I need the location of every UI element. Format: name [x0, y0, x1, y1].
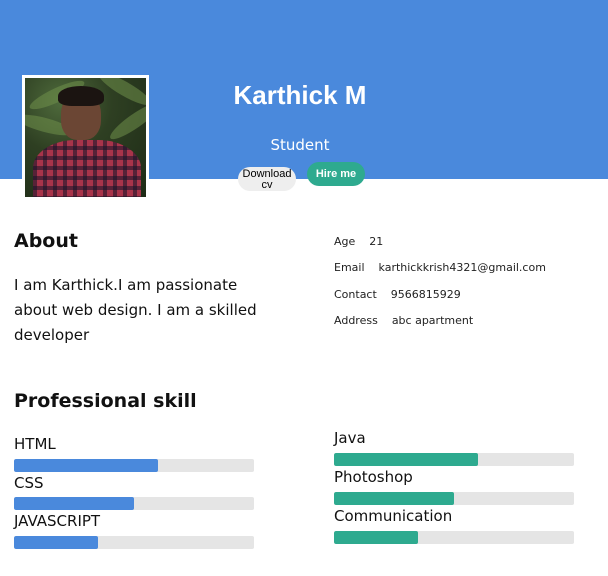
info-row-address: Address abc apartment	[334, 308, 594, 335]
skills-column-left: HTML CSS JAVASCRIPT	[14, 434, 254, 550]
skill-bar-fill	[334, 492, 454, 505]
about-heading: About	[14, 230, 78, 252]
skill-item-javascript: JAVASCRIPT	[14, 511, 254, 550]
skill-label: CSS	[14, 473, 44, 492]
skill-bar-fill	[14, 497, 134, 510]
info-label: Contact	[334, 287, 377, 301]
hire-me-button[interactable]: Hire me	[307, 162, 365, 186]
skill-bar-track	[14, 535, 254, 549]
skill-label: HTML	[14, 435, 56, 453]
skill-bar-track	[334, 531, 574, 544]
profile-role: Student	[270, 136, 330, 154]
skill-item-java: Java	[334, 428, 574, 467]
info-label: Age	[334, 234, 356, 248]
skill-label: Photoshop	[334, 468, 413, 486]
skills-column-right: Java Photoshop Communication	[334, 428, 574, 545]
profile-photo	[25, 78, 146, 197]
skill-item-css: CSS	[14, 473, 254, 512]
about-text: I am Karthick.I am passionate about web …	[14, 276, 257, 344]
skill-bar-fill	[14, 458, 158, 472]
skill-label: Java	[334, 429, 366, 447]
info-label: Email	[334, 261, 365, 275]
skill-bar-fill	[14, 535, 98, 549]
profile-photo-frame	[22, 75, 149, 200]
info-value: abc apartment	[391, 314, 474, 328]
skill-bar-track	[334, 453, 574, 466]
info-row-email: Email karthickkrish4321@gmail.com	[334, 255, 594, 282]
profile-name: Karthick M	[233, 80, 367, 110]
info-list: Age 21 Email karthickkrish4321@gmail.com…	[334, 228, 594, 334]
skills-heading: Professional skill	[14, 390, 197, 412]
skill-label: JAVASCRIPT	[14, 512, 101, 530]
info-row-contact: Contact 9566815929	[334, 281, 594, 308]
info-value: 21	[369, 234, 384, 248]
skill-item-photoshop: Photoshop	[334, 467, 574, 506]
info-value: 9566815929	[390, 287, 461, 301]
download-cv-button[interactable]: Download cv	[238, 167, 296, 191]
skill-item-html: HTML	[14, 434, 254, 473]
skill-bar-fill	[334, 531, 418, 544]
info-label: Address	[334, 314, 378, 328]
skill-bar-track	[334, 492, 574, 505]
info-value: karthickkrish4321@gmail.com	[378, 261, 546, 275]
skill-bar-track	[14, 497, 254, 510]
skill-bar-fill	[334, 453, 478, 466]
info-row-age: Age 21	[334, 228, 594, 255]
skill-item-communication: Communication	[334, 506, 574, 545]
skill-label: Communication	[334, 507, 453, 525]
skill-bar-track	[14, 458, 254, 472]
